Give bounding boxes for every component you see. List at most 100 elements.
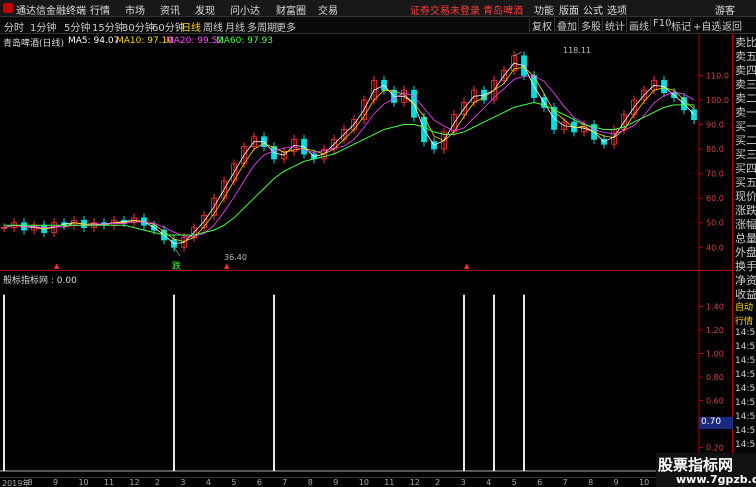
date-label: 7: [282, 478, 288, 487]
side-list-item: 14:56: [735, 398, 756, 408]
low-marker-line: [173, 247, 181, 257]
tab-1min[interactable]: 1分钟: [30, 19, 56, 34]
side-list-item: 14:56: [735, 356, 756, 366]
date-label: 9: [613, 478, 619, 487]
menu-market[interactable]: 市场: [125, 2, 145, 17]
ma20-line: [3, 75, 695, 237]
tab-intraday[interactable]: 分时: [4, 19, 24, 34]
date-label: 4: [486, 478, 492, 487]
date-label: 4: [205, 478, 211, 487]
date-label: 10: [78, 478, 89, 487]
side-list-item: 14:56: [735, 412, 756, 422]
menu-formula[interactable]: 公式: [583, 2, 603, 17]
menu-options[interactable]: 选项: [607, 2, 627, 17]
date-label: 8: [307, 478, 313, 487]
menu-layout[interactable]: 版面: [559, 2, 579, 17]
date-label: 10: [639, 478, 650, 487]
tab-monthly[interactable]: 月线: [225, 19, 245, 34]
ma10-label: MA10: 97.10: [116, 36, 174, 46]
side-list-item: 14:56: [735, 370, 756, 380]
date-label: 9: [333, 478, 339, 487]
date-label: 12: [129, 478, 140, 487]
y-tick-label: 100.0: [706, 96, 729, 105]
sub-y-tick-label: 0.20: [706, 444, 724, 453]
menu-guest[interactable]: 游客: [715, 2, 735, 17]
date-label: 8: [588, 478, 594, 487]
date-label: 3: [180, 478, 186, 487]
watermark: 股票指标网 www.7gpzb.com: [656, 453, 756, 487]
date-axis: 2019年89101112234567891011122345678910111…: [0, 477, 756, 487]
tab-more[interactable]: 更多: [276, 19, 296, 34]
y-tick-label: 80.0: [706, 145, 724, 154]
candle-body: [691, 109, 697, 121]
kline-chart[interactable]: 110.0 100.0 90.0 80.0 70.0 60.0 50.0 40.0 ▲ ▲ ▲ 青岛…: [0, 34, 733, 272]
tab-15min[interactable]: 15分钟: [92, 19, 125, 34]
tab-30min[interactable]: 30分钟: [122, 19, 155, 34]
date-label: 11: [384, 478, 395, 487]
login-warning: 证券交易未登录 青岛啤酒: [410, 6, 524, 17]
tab-60min[interactable]: 60分钟: [152, 19, 185, 34]
tab-multi-period[interactable]: 多周期: [247, 19, 277, 34]
sub-y-tick-label: 0.80: [706, 373, 724, 382]
date-label: 5: [511, 478, 517, 487]
menu-discover[interactable]: 发现: [195, 2, 215, 17]
menu-quotes[interactable]: 行情: [90, 2, 110, 17]
multi-stock-button[interactable]: 多股: [578, 18, 603, 33]
quote-side-list: 卖比 卖五 卖四 卖三 卖二 卖一 买一 买二 买三 买四 买五 现价 涨跌 涨幅 总量 外盘 换手 净资 收益 自动…: [734, 34, 756, 477]
high-price-tag: 118.11: [563, 46, 591, 55]
sub-y-tick-label: 0.60: [706, 397, 724, 406]
menu-trade[interactable]: 交易: [318, 2, 338, 17]
y-tick-label: 40.0: [706, 243, 724, 252]
indicator-cursor-value: 0.70: [699, 417, 733, 429]
date-label: 2: [435, 478, 441, 487]
stock-title: 青岛啤酒(日线): [3, 39, 65, 49]
tab-daily[interactable]: 日线: [181, 19, 201, 34]
side-list-item: 14:56: [735, 328, 756, 338]
low-price-tag: 36.40: [224, 253, 247, 262]
signal-marker: ▲: [224, 262, 230, 270]
ma10-line: [3, 66, 695, 242]
stats-button[interactable]: 统计: [602, 18, 627, 33]
menu-news[interactable]: 资讯: [160, 2, 180, 17]
menu-wealth[interactable]: 财富圈: [276, 2, 306, 17]
date-label: 2: [154, 478, 160, 487]
menu-function[interactable]: 功能: [534, 2, 554, 17]
y-tick-label: 60.0: [706, 194, 724, 203]
tab-5min[interactable]: 5分钟: [64, 19, 90, 34]
ma60-label: MA60: 97.93: [216, 36, 274, 46]
side-list-item: 14:56: [735, 342, 756, 352]
date-label: 11: [103, 478, 115, 487]
date-label: 6: [537, 478, 543, 487]
ma5-label: MA5: 94.07: [68, 36, 120, 46]
side-list-item: 自动: [735, 303, 754, 313]
adjust-button[interactable]: 复权: [529, 18, 554, 33]
y-tick-label: 110.0: [706, 71, 729, 80]
ma5-line: [3, 62, 695, 245]
menu-bar: 通达信金融终端 行情 市场 资讯 发现 问小达 财富圈 交易 证券交易未登录 青…: [0, 0, 756, 17]
ma20-label: MA20: 99.52: [166, 36, 224, 46]
y-tick-label: 70.0: [706, 170, 724, 179]
date-label: 3: [460, 478, 466, 487]
menu-ask[interactable]: 问小达: [230, 2, 260, 17]
back-button[interactable]: 返回: [719, 18, 744, 33]
tab-weekly[interactable]: 周线: [203, 19, 223, 34]
side-list-item: 14:56: [735, 384, 756, 394]
watermark-title: 股票指标网: [658, 456, 734, 474]
watermark-url: www.7gpzb.com: [676, 473, 756, 486]
indicator-chart[interactable]: 1.401.201.000.800.600.400.20 般标指标网 : 0.0…: [0, 270, 733, 477]
sub-y-tick-label: 1.20: [706, 326, 724, 335]
overlay-button[interactable]: 叠加: [554, 18, 579, 33]
high-marker-line: [513, 51, 523, 57]
sub-y-tick-label: 1.40: [706, 303, 724, 312]
y-tick-label: 50.0: [706, 219, 724, 228]
date-label: 6: [256, 478, 262, 487]
sub-y-tick-label: 1.00: [706, 350, 724, 359]
app-name: 通达信金融终端: [16, 6, 86, 17]
side-list-item: 行情: [735, 317, 754, 327]
date-label: 5: [231, 478, 237, 487]
indicator-title: 般标指标网 : 0.00: [3, 276, 77, 286]
draw-line-button[interactable]: 画线: [626, 18, 651, 33]
side-list-item: 14:56: [735, 426, 756, 436]
date-label: 2019年: [2, 479, 31, 487]
date-label: 8: [27, 478, 33, 487]
